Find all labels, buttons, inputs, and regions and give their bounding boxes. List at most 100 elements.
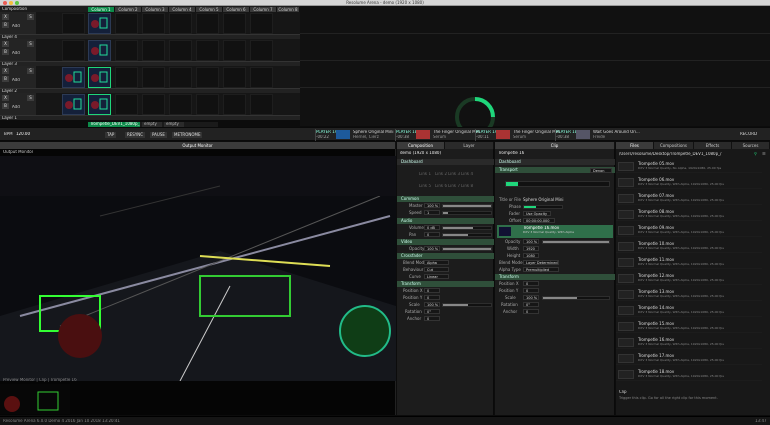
phase-slider[interactable] — [523, 205, 563, 209]
layer-add-label[interactable]: Add — [12, 105, 20, 110]
layer-add-label[interactable]: Add — [12, 51, 20, 56]
pan-slider[interactable] — [442, 233, 492, 237]
clip-slot[interactable] — [250, 40, 273, 61]
tab-composition[interactable]: Composition — [397, 142, 445, 149]
anchor-field[interactable]: 0 — [424, 316, 440, 321]
layer-bypass-button[interactable]: B — [2, 49, 9, 55]
clip-slot[interactable] — [62, 40, 85, 61]
layer-clear-button[interactable]: X — [2, 41, 9, 47]
clip-slot[interactable] — [115, 40, 138, 61]
clip-width-field[interactable]: 1920 — [523, 246, 539, 251]
clip-anchor-field[interactable]: 0 — [523, 309, 539, 314]
clip-posy-field[interactable]: 0 — [523, 288, 539, 293]
file-list-item[interactable]: Trompetle 07.mov DXV 3 Normal Quality, Wi… — [616, 192, 762, 205]
layer-bypass-button[interactable]: B — [2, 103, 9, 109]
tab-files[interactable]: Files — [616, 142, 654, 149]
layer-name-bar[interactable]: Layer 1 — [0, 115, 300, 120]
clip-slot[interactable] — [223, 67, 246, 88]
posx-field[interactable]: 0 — [424, 288, 440, 293]
scale-slider[interactable] — [442, 303, 492, 307]
clip-slot[interactable] — [250, 13, 273, 34]
deck-4[interactable]: PLAYER 1B -00:38 Wait Goes Around Ori...… — [555, 129, 655, 141]
layer-add-label[interactable]: Add — [12, 24, 20, 29]
clip-slot[interactable] — [196, 40, 219, 61]
pan-field[interactable]: 0 — [424, 232, 440, 237]
file-list-item[interactable]: Trompetle 09.mov DXV 3 Normal Quality, Wi… — [616, 224, 762, 237]
layer-bypass-button[interactable]: B — [2, 76, 9, 82]
layer-solo-button[interactable]: S — [27, 95, 34, 101]
transport-mode-select[interactable]: Denon — [590, 168, 612, 173]
clip-slot[interactable] — [223, 13, 246, 34]
section-crossfader[interactable]: Crossfader — [397, 253, 494, 259]
pause-button[interactable]: PAUSE — [150, 132, 167, 138]
section-transform[interactable]: Transform — [397, 281, 494, 287]
file-list-item[interactable]: Trompetle 17.mov DXV 3 Normal Quality, Wi… — [616, 352, 762, 365]
clip-blend-select[interactable]: Layer Determined — [523, 260, 559, 265]
fader-select[interactable]: Use Opacity — [523, 211, 551, 216]
cf-curve-select[interactable]: Linear — [424, 274, 449, 279]
layer-solo-button[interactable]: S — [27, 14, 34, 20]
tap-button[interactable]: TAP — [105, 132, 117, 138]
file-list-item[interactable]: Trompetle 10.mov DXV 3 Normal Quality, Wi… — [616, 240, 762, 253]
clip-thumbnail[interactable] — [62, 94, 85, 115]
clip-slot[interactable] — [223, 40, 246, 61]
offset-field[interactable]: 00:00:00.000 — [523, 218, 555, 223]
deck-tab-3[interactable]: empty — [164, 122, 184, 127]
clip-rotation-field[interactable]: 0° — [523, 302, 539, 307]
clip-thumbnail[interactable] — [62, 67, 85, 88]
scale-field[interactable]: 100 % — [424, 302, 440, 307]
clip-slot[interactable] — [142, 94, 165, 115]
clip-posx-field[interactable]: 0 — [523, 281, 539, 286]
master-field[interactable]: 100 % — [424, 203, 440, 208]
cf-behaviour-select[interactable]: Cut — [424, 267, 449, 272]
layer-solo-button[interactable]: S — [27, 41, 34, 47]
clip-slot[interactable] — [115, 94, 138, 115]
clip-slot[interactable] — [142, 13, 165, 34]
file-list-item[interactable]: Trompetle 08.mov DXV 3 Normal Quality, Wi… — [616, 208, 762, 221]
section-audio[interactable]: Audio — [397, 218, 494, 224]
tab-effects[interactable]: Effects — [694, 142, 732, 149]
dashboard-link-8[interactable]: Link 8 — [461, 184, 473, 189]
layer-solo-button[interactable]: S — [27, 68, 34, 74]
layer-clear-button[interactable]: X — [2, 14, 9, 20]
clip-section-transform[interactable]: Transform — [495, 274, 615, 280]
tab-compositions[interactable]: Compositions — [654, 142, 694, 149]
clip-slot[interactable] — [169, 94, 192, 115]
speed-slider[interactable] — [442, 211, 492, 215]
layer-clear-button[interactable]: X — [2, 68, 9, 74]
opacity-slider[interactable] — [442, 247, 492, 251]
dashboard-link-7[interactable]: Link 7 — [448, 184, 460, 189]
speed-field[interactable]: 1 — [424, 210, 440, 215]
file-list-item[interactable]: Trompetle 11.mov DXV 3 Normal Quality, Wi… — [616, 256, 762, 269]
deck-tab-1[interactable]: Trompetle_DEV1_1080p_ — [88, 122, 140, 127]
clip-slot[interactable] — [169, 40, 192, 61]
clip-opacity-slider[interactable] — [542, 240, 610, 244]
section-dashboard[interactable]: Dashboard — [397, 159, 494, 165]
clip-slot[interactable] — [115, 13, 138, 34]
volume-slider[interactable] — [442, 226, 492, 230]
settings-icon[interactable]: ☰ — [762, 152, 766, 157]
tab-layer[interactable]: Layer — [445, 142, 494, 149]
dashboard-link-5[interactable]: Link 5 — [419, 184, 431, 189]
file-list-item[interactable]: Trompetle 12.mov DXV 3 Normal Quality, Wi… — [616, 272, 762, 285]
file-list-item[interactable]: Trompetle 15.mov DXV 3 Normal Quality, Wi… — [616, 320, 762, 333]
clip-slot[interactable] — [142, 40, 165, 61]
cf-blend-select[interactable]: Alpha — [424, 260, 449, 265]
tab-clip[interactable]: Clip — [495, 142, 615, 149]
section-common[interactable]: Common — [397, 196, 494, 202]
layer-add-label[interactable]: Add — [12, 78, 20, 83]
clip-slot[interactable] — [223, 94, 246, 115]
clip-slot[interactable] — [196, 67, 219, 88]
clip-scale-slider[interactable] — [542, 296, 610, 300]
clip-slot[interactable] — [115, 67, 138, 88]
file-list-item[interactable]: Trompetle 06.mov DXV 3 Normal Quality, Wi… — [616, 176, 762, 189]
dashboard-link-3[interactable]: Link 3 — [448, 172, 460, 177]
dashboard-link-6[interactable]: Link 6 — [435, 184, 447, 189]
clip-thumbnail[interactable] — [88, 94, 111, 115]
deck-tab-2[interactable]: empty — [142, 122, 162, 127]
clip-alpha-select[interactable]: Premultiplied — [523, 267, 559, 272]
record-button[interactable]: RECORD — [740, 132, 757, 137]
dashboard-link-1[interactable]: Link 1 — [419, 172, 431, 177]
file-list-item[interactable]: Trompetle 13.mov DXV 3 Normal Quality, Wi… — [616, 288, 762, 301]
file-list-item[interactable]: Trompetle 16.mov DXV 3 Normal Quality, Wi… — [616, 336, 762, 349]
